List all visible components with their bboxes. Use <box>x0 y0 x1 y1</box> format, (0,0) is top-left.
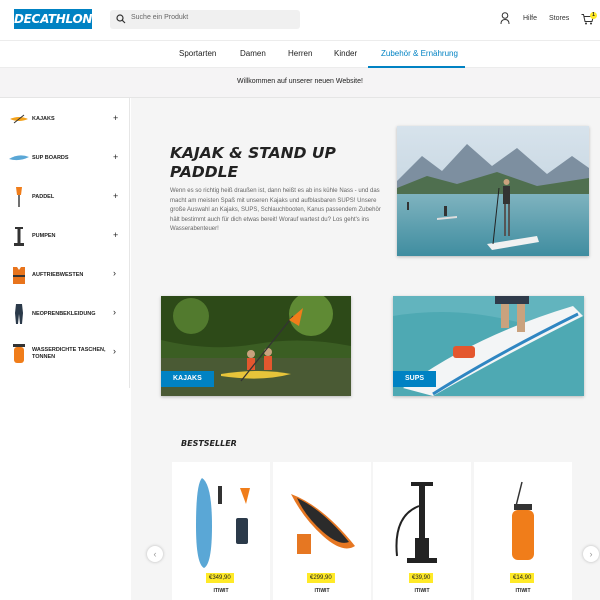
hero-description: Wenn es so richtig heiß draußen ist, dan… <box>170 188 381 232</box>
sup-package-image <box>196 478 250 568</box>
sidebar-item-kajaks[interactable]: KAJAKS + <box>0 100 130 138</box>
product-brand: ITIWIT <box>314 588 330 594</box>
dry-bag-image <box>512 481 534 560</box>
expand-icon[interactable]: + <box>113 113 118 123</box>
sidebar-item-label: PUMPEN <box>32 233 56 239</box>
expand-icon[interactable]: + <box>113 152 118 162</box>
paddle-thumb-icon <box>16 187 22 207</box>
carousel-next-button[interactable]: › <box>583 546 599 562</box>
stores-link[interactable]: Stores <box>549 15 569 22</box>
sidebar-item-wasserdichte-taschen[interactable]: WASSERDICHTE TASCHEN, TONNEN › <box>0 334 130 372</box>
sidebar-item-neoprenbekleidung[interactable]: NEOPRENBEKLEIDUNG › <box>0 295 130 333</box>
user-icon[interactable] <box>500 12 510 25</box>
sidebar-item-label: PADDEL <box>32 194 55 200</box>
sidebar-item-label: WASSERDICHTE TASCHEN, TONNEN <box>32 347 106 360</box>
chevron-right-icon[interactable]: › <box>113 307 116 317</box>
header: DECATHLON Suche ein Produkt Hilfe Stores… <box>0 0 600 40</box>
price-tag: €299,90 <box>307 573 335 583</box>
nav-item-sportarten[interactable]: Sportarten <box>179 49 216 58</box>
category-card-kajaks[interactable]: KAJAKS <box>161 296 351 396</box>
cart-count-badge: 1 <box>590 12 597 19</box>
product-card[interactable]: €349,90 ITIWIT <box>172 462 270 600</box>
nav-item-damen[interactable]: Damen <box>240 49 266 58</box>
kayak-thumb-icon <box>10 114 28 124</box>
welcome-text: Willkommen auf unserer neuen Website! <box>237 78 363 85</box>
expand-icon[interactable]: + <box>113 191 118 201</box>
main-nav: Sportarten Damen Herren Kinder Zubehör &… <box>0 40 600 68</box>
decathlon-logo[interactable]: DECATHLON <box>14 9 92 29</box>
hero-title: KAJAK & STAND UP PADDLE <box>170 144 336 181</box>
sidebar-item-paddel[interactable]: PADDEL + <box>0 178 130 216</box>
carousel-prev-button[interactable]: ‹ <box>147 546 163 562</box>
nav-item-kinder[interactable]: Kinder <box>334 49 357 58</box>
chevron-right-icon[interactable]: › <box>113 268 116 278</box>
bestseller-heading: BESTSELLER <box>181 439 237 448</box>
category-sidebar: KAJAKS + SUP BOARDS + PADDEL + PUMPEN + … <box>0 98 130 388</box>
sup-board-thumb-icon <box>9 155 29 161</box>
product-brand: ITIWIT <box>414 588 430 594</box>
sup-lake-photo <box>397 126 589 256</box>
product-card[interactable]: €299,90 ITIWIT <box>273 462 371 600</box>
sidebar-item-sup-boards[interactable]: SUP BOARDS + <box>0 139 130 177</box>
search-placeholder: Suche ein Produkt <box>131 14 189 21</box>
pump-thumb-icon <box>14 227 24 246</box>
nav-item-zubehoer[interactable]: Zubehör & Ernährung <box>381 49 458 58</box>
inflatable-kayak-image <box>291 494 355 554</box>
sidebar-item-label: NEOPRENBEKLEIDUNG <box>32 311 96 317</box>
product-brand: ITIWIT <box>213 588 229 594</box>
help-link[interactable]: Hilfe <box>523 15 537 22</box>
category-card-sups[interactable]: SUPS <box>393 296 584 396</box>
sidebar-item-label: KAJAKS <box>32 116 55 122</box>
expand-icon[interactable]: + <box>113 230 118 240</box>
sidebar-item-auftriebwesten[interactable]: AUFTRIEBWESTEN › <box>0 256 130 294</box>
sidebar-item-label: SUP BOARDS <box>32 155 69 161</box>
search-icon <box>116 14 126 24</box>
hero-image <box>397 126 589 256</box>
welcome-banner: Willkommen auf unserer neuen Website! <box>0 68 600 98</box>
category-tag: KAJAKS <box>161 371 214 387</box>
price-tag: €14,90 <box>510 573 535 583</box>
life-vest-thumb-icon <box>13 267 25 284</box>
category-tag: SUPS <box>393 371 437 387</box>
product-brand: ITIWIT <box>515 588 531 594</box>
pump-image <box>395 482 437 563</box>
sidebar-item-pumpen[interactable]: PUMPEN + <box>0 217 130 255</box>
nav-item-herren[interactable]: Herren <box>288 49 312 58</box>
product-card[interactable]: €14,90 ITIWIT <box>474 462 572 600</box>
sidebar-item-label: AUFTRIEBWESTEN <box>32 272 84 278</box>
wetsuit-thumb-icon <box>15 304 23 324</box>
dry-bag-thumb-icon <box>13 344 25 363</box>
product-card[interactable]: €39,90 ITIWIT <box>373 462 471 600</box>
search-input[interactable]: Suche ein Produkt <box>110 10 300 29</box>
chevron-right-icon[interactable]: › <box>113 346 116 356</box>
price-tag: €349,90 <box>206 573 234 583</box>
price-tag: €39,90 <box>409 573 434 583</box>
